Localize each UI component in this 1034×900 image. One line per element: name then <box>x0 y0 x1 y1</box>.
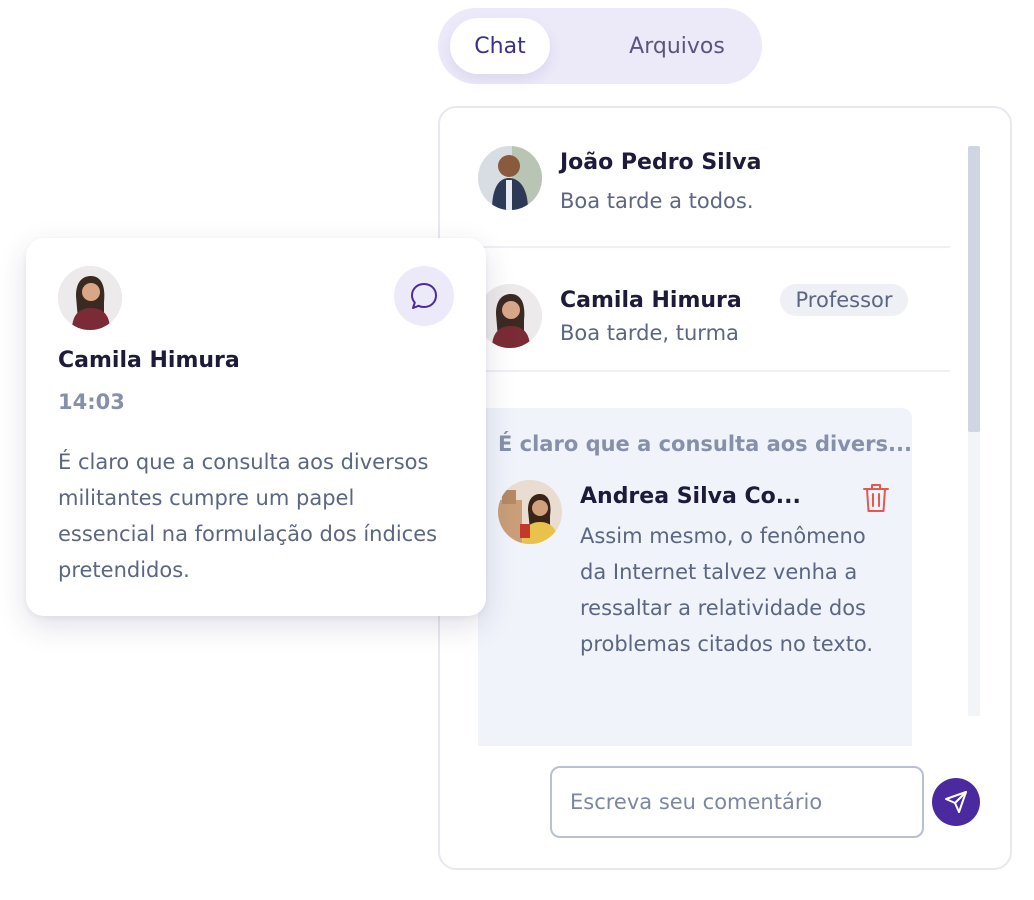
chat-bubble-icon <box>411 283 437 309</box>
reply-text: Assim mesmo, o fenômeno da Internet talv… <box>580 524 874 656</box>
card-message-text: É claro que a consulta aos diversos mili… <box>58 450 438 582</box>
tab-chat[interactable]: Chat <box>450 18 550 74</box>
message-text: Boa tarde a todos. <box>560 189 754 213</box>
trash-icon <box>863 484 889 512</box>
scrollbar-thumb[interactable] <box>968 146 980 432</box>
open-chat-button[interactable] <box>394 266 454 326</box>
message-text: Boa tarde, turma <box>560 321 739 345</box>
avatar <box>58 266 122 330</box>
send-icon <box>945 791 967 813</box>
role-badge: Professor <box>780 284 908 316</box>
tab-bar: Chat Arquivos <box>438 8 762 84</box>
message-divider <box>442 246 950 248</box>
message-divider <box>442 370 950 372</box>
message-author: João Pedro Silva <box>560 150 762 175</box>
comment-input[interactable] <box>550 766 924 838</box>
avatar <box>478 284 542 348</box>
avatar <box>498 480 562 544</box>
reply-author: Andrea Silva Co... <box>580 484 801 509</box>
card-timestamp: 14:03 <box>58 390 125 414</box>
card-author: Camila Himura <box>58 348 240 373</box>
tab-files[interactable]: Arquivos <box>598 18 756 74</box>
avatar <box>478 146 542 210</box>
delete-button[interactable] <box>858 480 894 516</box>
send-button[interactable] <box>932 778 980 826</box>
message-author: Camila Himura <box>560 288 742 313</box>
quoted-message[interactable]: É claro que a consulta aos divers... <box>498 432 912 456</box>
